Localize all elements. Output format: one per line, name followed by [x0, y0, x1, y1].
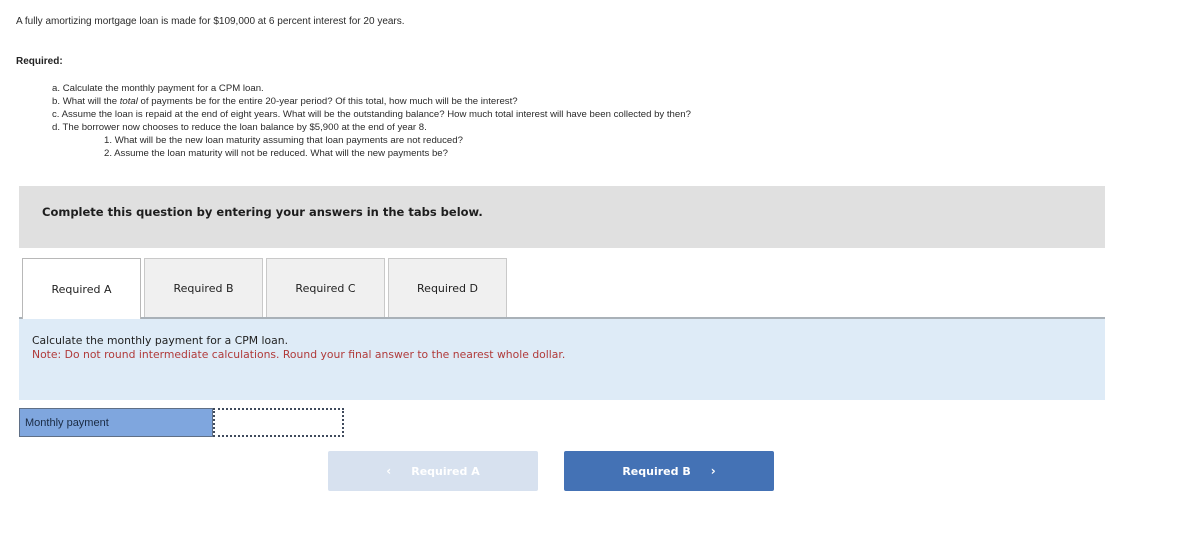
requirement-d2: 2. Assume the loan maturity will not be …	[52, 147, 691, 160]
requirement-prefix: d.	[52, 122, 61, 133]
tab-required-c[interactable]: Required C	[266, 258, 385, 317]
requirement-d1: 1. What will be the new loan maturity as…	[52, 134, 691, 147]
tab-required-b[interactable]: Required B	[144, 258, 263, 317]
requirement-prefix: 1.	[104, 135, 113, 146]
requirement-prefix: b.	[52, 96, 61, 107]
question-panel: Calculate the monthly payment for a CPM …	[19, 317, 1105, 400]
question-text: Calculate the monthly payment for a CPM …	[32, 334, 289, 347]
previous-tab-label: Required A	[411, 464, 480, 478]
monthly-payment-input[interactable]	[213, 408, 344, 437]
requirement-prefix: 2.	[104, 148, 113, 159]
instructions-banner: Complete this question by entering your …	[19, 186, 1105, 248]
next-tab-label: Required B	[622, 464, 691, 478]
rounding-note: Note: Do not round intermediate calculat…	[32, 348, 566, 361]
requirement-text: What will the	[62, 96, 120, 107]
tab-required-d[interactable]: Required D	[388, 258, 507, 317]
requirement-a: a. Calculate the monthly payment for a C…	[52, 82, 691, 95]
requirement-d: d. The borrower now chooses to reduce th…	[52, 121, 691, 134]
instructions-text: Complete this question by entering your …	[42, 205, 483, 219]
requirement-text: What will be the new loan maturity assum…	[114, 135, 463, 146]
requirement-c: c. Assume the loan is repaid at the end …	[52, 108, 691, 121]
previous-tab-button[interactable]: ‹ Required A	[328, 451, 538, 491]
requirement-text: Assume the loan is repaid at the end of …	[61, 109, 691, 120]
monthly-payment-label: Monthly payment	[19, 408, 213, 437]
tab-bar: Required A Required B Required C Require…	[22, 258, 507, 319]
chevron-left-icon: ‹	[386, 464, 392, 478]
requirement-prefix: c.	[52, 109, 60, 120]
requirements-list: a. Calculate the monthly payment for a C…	[52, 82, 691, 160]
question-panel-text: Calculate the monthly payment for a CPM …	[32, 334, 565, 362]
requirement-prefix: a.	[52, 83, 61, 94]
requirement-b: b. What will the total of payments be fo…	[52, 95, 691, 108]
requirement-emphasis: total	[119, 96, 138, 107]
requirement-text: Assume the loan maturity will not be red…	[114, 148, 448, 159]
requirement-text: Calculate the monthly payment for a CPM …	[62, 83, 264, 94]
tab-required-a[interactable]: Required A	[22, 258, 141, 319]
problem-intro: A fully amortizing mortgage loan is made…	[16, 16, 405, 27]
next-tab-button[interactable]: Required B ›	[564, 451, 774, 491]
required-heading: Required:	[16, 56, 63, 67]
requirement-text: of payments be for the entire 20-year pe…	[137, 96, 518, 107]
answer-row: Monthly payment	[19, 408, 344, 437]
chevron-right-icon: ›	[710, 464, 716, 478]
requirement-text: The borrower now chooses to reduce the l…	[62, 122, 427, 133]
